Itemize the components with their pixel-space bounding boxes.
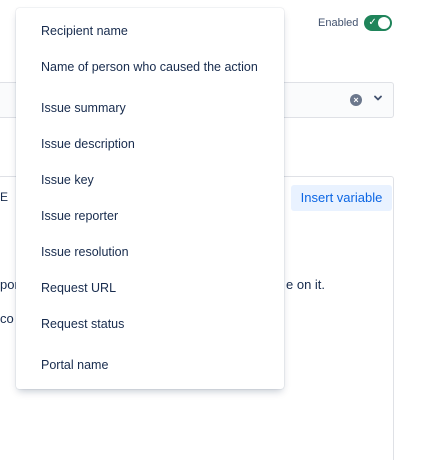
enabled-toggle[interactable]: ✓ [364,15,393,31]
enabled-label: Enabled [318,17,359,29]
toggle-knob [378,17,391,29]
enabled-toggle-row: Enabled ✓ [318,15,393,31]
clear-icon[interactable]: × [350,94,362,106]
menu-item-issue-key[interactable]: Issue key [41,173,94,187]
chevron-down-icon[interactable] [372,92,384,104]
menu-item-issue-description[interactable]: Issue description [41,137,135,151]
check-icon: ✓ [368,17,377,28]
menu-item-portal-name[interactable]: Portal name [41,358,108,372]
editor-text-fragment: e on it. [286,277,326,292]
menu-item-action-person[interactable]: Name of person who caused the action [41,60,258,74]
menu-item-issue-reporter[interactable]: Issue reporter [41,209,118,223]
insert-variable-menu: Recipient name Name of person who caused… [16,8,284,389]
menu-item-recipient-name[interactable]: Recipient name [41,24,128,38]
menu-item-request-url[interactable]: Request URL [41,281,116,295]
menu-item-issue-summary[interactable]: Issue summary [41,101,126,115]
menu-item-request-status[interactable]: Request status [41,317,124,331]
editor-toolbar-fragment: E [0,190,9,204]
insert-variable-button[interactable]: Insert variable [291,185,392,211]
menu-item-issue-resolution[interactable]: Issue resolution [41,245,129,259]
